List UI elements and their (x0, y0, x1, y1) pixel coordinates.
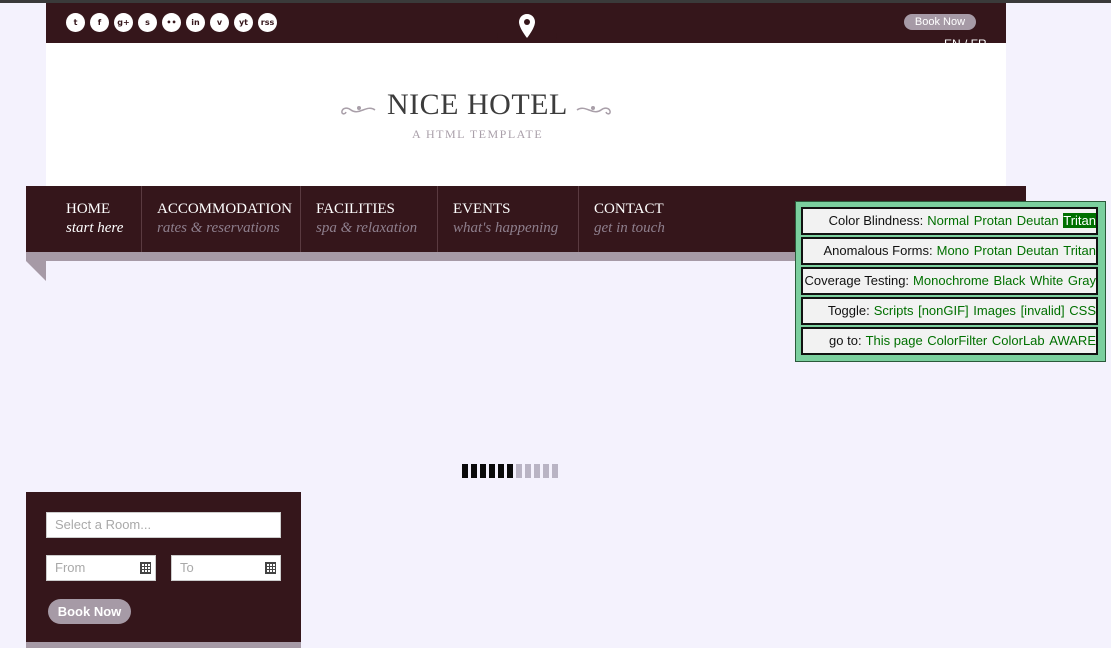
colorblind-link[interactable]: [invalid] (1021, 303, 1065, 318)
colorblind-link[interactable]: White (1030, 273, 1063, 288)
colorblind-link[interactable]: Protan (974, 213, 1012, 228)
to-date-placeholder: To (180, 560, 194, 575)
nav-item-title: FACILITIES (316, 201, 395, 217)
colorblind-row-label: Color Blindness: (828, 213, 924, 228)
colorblind-link[interactable]: Protan (974, 243, 1012, 258)
calendar-icon[interactable] (140, 562, 151, 574)
colorblind-link[interactable]: Gray (1068, 273, 1096, 288)
nav-item-title: CONTACT (594, 201, 664, 217)
colorblind-link[interactable]: Tritan (1063, 213, 1096, 228)
slider-dot[interactable] (462, 464, 468, 478)
booking-bottom-stripe (26, 642, 301, 648)
nav-item-subtitle: spa & relaxation (316, 220, 418, 236)
left-flourish-icon (341, 106, 376, 115)
facebook-icon[interactable]: f (90, 13, 109, 32)
from-date-placeholder: From (55, 560, 86, 575)
colorblind-row-label: go to: (829, 333, 862, 348)
site-subtitle: A HTML TEMPLATE (412, 127, 544, 141)
colorblind-link[interactable]: CSS (1069, 303, 1096, 318)
youtube-icon[interactable]: yt (234, 13, 253, 32)
slider-dot[interactable] (471, 464, 477, 478)
google-plus-icon[interactable]: g+ (114, 13, 133, 32)
slider-dot[interactable] (543, 464, 549, 478)
colorblind-link[interactable]: Scripts (874, 303, 914, 318)
colorblind-row-label: Anomalous Forms: (823, 243, 933, 258)
colorblind-link[interactable]: This page (866, 333, 923, 348)
nav-item-title: HOME (66, 201, 111, 217)
slider-dot[interactable] (552, 464, 558, 478)
nav-item-accommodation[interactable]: ACCOMMODATION rates & reservations (142, 186, 302, 252)
colorblind-link[interactable]: AWARE (1049, 333, 1096, 348)
twitter-icon[interactable]: t (66, 13, 85, 32)
colorblind-panel-row: Color Blindness: Normal Protan Deutan Tri… (801, 207, 1098, 235)
from-date-input[interactable]: From (46, 555, 156, 581)
colorblind-link[interactable]: Normal (927, 213, 969, 228)
colorblind-panel-row: go to: This page ColorFilter ColorLab AWA… (801, 327, 1098, 355)
vimeo-icon[interactable]: v (210, 13, 229, 32)
slider-dot[interactable] (507, 464, 513, 478)
colorblind-link[interactable]: Images (973, 303, 1016, 318)
colorblind-link[interactable]: Deutan (1017, 213, 1059, 228)
colorblind-panel: Color Blindness: Normal Protan Deutan Tri… (795, 201, 1106, 362)
nav-item-title: EVENTS (453, 201, 511, 217)
top-bar: t f g+ s •• in v yt rss Book Now (46, 3, 1006, 57)
slider-pager (462, 464, 558, 478)
colorblind-link[interactable]: [nonGIF] (918, 303, 969, 318)
slider-dot[interactable] (534, 464, 540, 478)
colorblind-link[interactable]: Mono (937, 243, 970, 258)
colorblind-row-label: Coverage Testing: (804, 273, 910, 288)
nav-ribbon-fold (26, 261, 46, 281)
slider-dot[interactable] (489, 464, 495, 478)
nav-item-title: ACCOMMODATION (157, 201, 293, 217)
linkedin-icon[interactable]: in (186, 13, 205, 32)
book-now-button[interactable]: Book Now (48, 599, 131, 624)
slider-dot[interactable] (480, 464, 486, 478)
slider-dot[interactable] (516, 464, 522, 478)
header-book-now-button[interactable]: Book Now (904, 14, 976, 30)
to-date-input[interactable]: To (171, 555, 281, 581)
colorblind-link[interactable]: Black (994, 273, 1026, 288)
calendar-icon[interactable] (265, 562, 276, 574)
nav-item-home[interactable]: HOME start here (51, 186, 146, 252)
colorblind-panel-row: Anomalous Forms: Mono Protan Deutan Trita… (801, 237, 1098, 265)
room-select[interactable]: Select a Room... (46, 512, 281, 538)
site-title[interactable]: NICE HOTEL (387, 88, 568, 122)
nav-item-subtitle: what's happening (453, 220, 559, 236)
slider-dot[interactable] (525, 464, 531, 478)
nav-item-subtitle: start here (66, 220, 124, 236)
nav-item-subtitle: rates & reservations (157, 220, 280, 236)
colorblind-link[interactable]: Deutan (1017, 243, 1059, 258)
colorblind-link[interactable]: Tritan (1063, 243, 1096, 258)
map-pin-icon[interactable] (518, 13, 536, 41)
skype-icon[interactable]: s (138, 13, 157, 32)
social-links: t f g+ s •• in v yt rss (66, 13, 277, 32)
colorblind-link[interactable]: Monochrome (913, 273, 989, 288)
nav-item-contact[interactable]: CONTACT get in touch (579, 186, 694, 252)
nav-item-subtitle: get in touch (594, 220, 665, 236)
rss-icon[interactable]: rss (258, 13, 277, 32)
language-switcher[interactable]: EN / FR (944, 37, 987, 51)
colorblind-row-label: Toggle: (827, 303, 870, 318)
colorblind-panel-row: Toggle: Scripts [nonGIF] Images [invalid]… (801, 297, 1098, 325)
flickr-icon[interactable]: •• (162, 13, 181, 32)
nav-item-events[interactable]: EVENTS what's happening (438, 186, 578, 252)
colorblind-link[interactable]: ColorFilter (927, 333, 987, 348)
colorblind-link[interactable]: ColorLab (992, 333, 1045, 348)
right-flourish-icon (576, 106, 611, 115)
slider-dot[interactable] (498, 464, 504, 478)
colorblind-panel-row: Coverage Testing: Monochrome Black White … (801, 267, 1098, 295)
nav-item-facilities[interactable]: FACILITIES spa & relaxation (301, 186, 436, 252)
